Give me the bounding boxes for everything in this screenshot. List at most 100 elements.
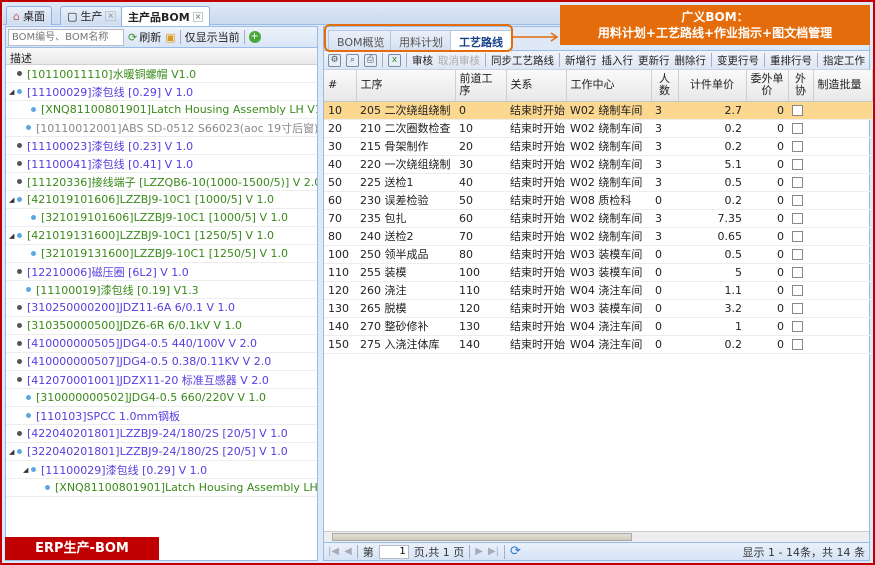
- close-icon[interactable]: ×: [105, 11, 117, 21]
- tree-node[interactable]: [321019101606]LZZBJ9-10C1 [1000/5] V 1.0: [6, 209, 317, 227]
- expand-toggle-icon[interactable]: ◢: [9, 232, 17, 240]
- outsourced-checkbox[interactable]: [792, 285, 803, 296]
- expand-toggle-icon[interactable]: ◢: [9, 88, 17, 96]
- tab-production[interactable]: ▢ 生产 ×: [60, 6, 124, 25]
- tree-node[interactable]: [11100041]漆包线 [0.41] V 1.0: [6, 155, 317, 173]
- outsourced-checkbox[interactable]: [792, 267, 803, 278]
- outsourced-checkbox[interactable]: [792, 339, 803, 350]
- outsourced-checkbox[interactable]: [792, 213, 803, 224]
- tree-node[interactable]: [12210006]磁压圈 [6L2] V 1.0: [6, 263, 317, 281]
- expand-toggle-icon[interactable]: ◢: [23, 466, 31, 474]
- tree-node[interactable]: [XNQ81100801901]Latch Housing Assembly L…: [6, 101, 317, 119]
- table-row[interactable]: 140 270 整砂修补 130 结束时开始 W04 浇注车间 0 1 0: [324, 317, 872, 336]
- table-row[interactable]: 60 230 误差检验 50 结束时开始 W08 质检科 0 0.2 0: [324, 191, 872, 210]
- add-button[interactable]: +: [248, 31, 261, 43]
- refresh-button[interactable]: ⟳ 刷新: [128, 29, 161, 45]
- tree-node[interactable]: ◢ [11100029]漆包线 [0.29] V 1.0: [6, 461, 317, 479]
- tree-node[interactable]: [XNQ81100801901]Latch Housing Assembly L…: [6, 479, 317, 497]
- outsourced-checkbox[interactable]: [792, 177, 803, 188]
- cancel-audit-button[interactable]: 取消审核: [438, 53, 480, 68]
- column-header[interactable]: 外协: [788, 70, 814, 102]
- tree-node[interactable]: [11100023]漆包线 [0.23] V 1.0: [6, 137, 317, 155]
- tree-node[interactable]: [10110011110]水暖铜螺帽 V1.0: [6, 65, 317, 83]
- tree-node[interactable]: [310350000500]JDZ6-6R 6/0.1kV V 1.0: [6, 317, 317, 335]
- sync-route-button[interactable]: 同步工艺路线: [491, 53, 554, 68]
- tree-node[interactable]: [11100019]漆包线 [0.19] V1.3: [6, 281, 317, 299]
- table-row[interactable]: 150 275 入浇注体库 140 结束时开始 W04 浇注车间 0 0.2 0: [324, 335, 872, 354]
- tab-bom-overview[interactable]: BOM概览: [328, 30, 394, 51]
- outsourced-checkbox[interactable]: [792, 159, 803, 170]
- column-header-description[interactable]: 描述: [6, 48, 317, 65]
- tree-node[interactable]: [11120336]接线端子 [LZZQB6-10(1000-1500/5)] …: [6, 173, 317, 191]
- column-header[interactable]: 工序: [356, 70, 456, 102]
- outsourced-checkbox[interactable]: [792, 321, 803, 332]
- table-row[interactable]: 110 255 装模 100 结束时开始 W03 装模车间 0 5 0: [324, 263, 872, 282]
- export-button[interactable]: ▣: [165, 31, 175, 44]
- tab-desktop[interactable]: ⌂ 桌面: [6, 6, 52, 25]
- table-row[interactable]: 70 235 包扎 60 结束时开始 W02 绕制车间 3 7.35 0: [324, 209, 872, 228]
- table-row[interactable]: 100 250 领半成品 80 结束时开始 W03 装模车间 0 0.5 0: [324, 245, 872, 264]
- tab-main-product-bom[interactable]: 主产品BOM ×: [121, 6, 211, 26]
- tree-node[interactable]: [410000000505]JDG4-0.5 440/100V V 2.0: [6, 335, 317, 353]
- excel-icon[interactable]: x: [388, 53, 401, 67]
- first-page-icon[interactable]: |◀: [328, 546, 339, 557]
- table-row[interactable]: 80 240 送检2 70 结束时开始 W02 绕制车间 3 0.65 0: [324, 227, 872, 246]
- tree-node[interactable]: [10110012001]ABS SD-0512 S66023(aoc 19寸后…: [6, 119, 317, 137]
- page-number-input[interactable]: [378, 544, 409, 559]
- column-header[interactable]: 制造批量: [813, 70, 873, 102]
- tree-node[interactable]: ◢ [11100029]漆包线 [0.29] V 1.0: [6, 83, 317, 101]
- tree-node[interactable]: [321019131600]LZZBJ9-10C1 [1250/5] V 1.0: [6, 245, 317, 263]
- add-row-button[interactable]: 新增行: [565, 53, 597, 68]
- close-icon[interactable]: ×: [192, 11, 204, 22]
- update-row-button[interactable]: 更新行: [638, 53, 670, 68]
- print-icon[interactable]: ⎙: [364, 53, 377, 67]
- change-row-no-button[interactable]: 变更行号: [717, 53, 759, 68]
- settings-icon[interactable]: ⚙: [328, 53, 341, 67]
- outsourced-checkbox[interactable]: [792, 195, 803, 206]
- outsourced-checkbox[interactable]: [792, 303, 803, 314]
- column-header[interactable]: 工作中心: [566, 70, 652, 102]
- table-row[interactable]: 130 265 脱模 120 结束时开始 W03 装模车间 0 3.2 0: [324, 299, 872, 318]
- outsourced-checkbox[interactable]: [792, 141, 803, 152]
- table-row[interactable]: 20 210 二次圈数检查 10 结束时开始 W02 绕制车间 3 0.2 0: [324, 119, 872, 138]
- tree-node[interactable]: ◢ [421019101606]LZZBJ9-10C1 [1000/5] V 1.…: [6, 191, 317, 209]
- outsourced-checkbox[interactable]: [792, 249, 803, 260]
- outsourced-checkbox[interactable]: [792, 105, 803, 116]
- only-current-button[interactable]: 仅显示当前: [185, 29, 240, 45]
- column-header[interactable]: 计件单价: [678, 70, 747, 102]
- tree-node[interactable]: [412070001001]JDZX11-20 标准互感器 V 2.0: [6, 371, 317, 389]
- expand-toggle-icon[interactable]: ◢: [9, 196, 17, 204]
- column-header[interactable]: 关系: [506, 70, 567, 102]
- insert-row-button[interactable]: 插入行: [602, 53, 634, 68]
- tab-process-route[interactable]: 工艺路线: [450, 30, 512, 52]
- table-row[interactable]: 120 260 浇注 110 结束时开始 W04 浇注车间 0 1.1 0: [324, 281, 872, 300]
- column-header[interactable]: 委外单价: [746, 70, 789, 102]
- outsourced-checkbox[interactable]: [792, 231, 803, 242]
- column-header[interactable]: 前道工序: [455, 70, 507, 102]
- expand-toggle-icon[interactable]: ◢: [9, 448, 17, 456]
- table-row[interactable]: 30 215 骨架制作 20 结束时开始 W02 绕制车间 3 0.2 0: [324, 137, 872, 156]
- prev-page-icon[interactable]: ◀: [344, 546, 352, 557]
- column-header[interactable]: #: [324, 70, 357, 102]
- table-row[interactable]: 50 225 送检1 40 结束时开始 W02 绕制车间 3 0.5 0: [324, 173, 872, 192]
- tree-node[interactable]: [410000000507]JDG4-0.5 0.38/0.11KV V 2.0: [6, 353, 317, 371]
- tree-node[interactable]: [310250000200]JDZ11-6A 6/0.1 V 1.0: [6, 299, 317, 317]
- search-doc-icon[interactable]: ⌕: [346, 53, 359, 67]
- tree-node[interactable]: ◢ [421019131600]LZZBJ9-10C1 [1250/5] V 1.…: [6, 227, 317, 245]
- next-page-icon[interactable]: ▶: [475, 546, 483, 557]
- tree-node[interactable]: ◢ [322040201801]LZZBJ9-24/180/2S [20/5] V…: [6, 443, 317, 461]
- column-header[interactable]: 人数: [651, 70, 679, 102]
- reorder-row-no-button[interactable]: 重排行号: [770, 53, 812, 68]
- tab-material-plan[interactable]: 用料计划: [390, 30, 452, 51]
- bom-search-input[interactable]: [8, 28, 124, 46]
- table-row[interactable]: 10 205 二次绕组绕制 0 结束时开始 W02 绕制车间 3 2.7 0: [324, 101, 872, 120]
- audit-button[interactable]: 审核: [412, 53, 433, 68]
- tree-node[interactable]: [110103]SPCC 1.0mm钢板: [6, 407, 317, 425]
- tree-node[interactable]: [310000000502]JDG4-0.5 660/220V V 1.0: [6, 389, 317, 407]
- tree-node[interactable]: [422040201801]LZZBJ9-24/180/2S [20/5] V …: [6, 425, 317, 443]
- refresh-icon[interactable]: ⟳: [510, 544, 521, 559]
- delete-row-button[interactable]: 删除行: [675, 53, 707, 68]
- table-row[interactable]: 40 220 一次绕组绕制 30 结束时开始 W02 绕制车间 3 5.1 0: [324, 155, 872, 174]
- last-page-icon[interactable]: ▶|: [488, 546, 499, 557]
- assign-work-button[interactable]: 指定工作: [823, 53, 865, 68]
